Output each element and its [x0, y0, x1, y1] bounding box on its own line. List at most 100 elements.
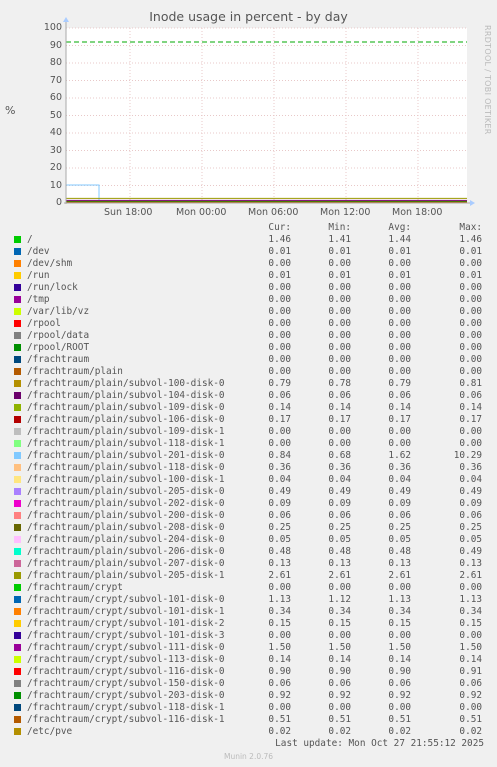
legend-value-avg: 0.14 [388, 402, 411, 413]
legend-value-min: 0.00 [328, 318, 351, 329]
legend-column-header: Cur: [268, 222, 291, 233]
legend-header: Cur: Min: Avg: Max: [0, 222, 497, 234]
legend-series-name: /frachtraum/crypt [27, 582, 123, 593]
legend-value-avg: 0.00 [388, 366, 411, 377]
legend-series-name: /etc/pve [27, 726, 73, 737]
legend-series-name: /frachtraum/crypt/subvol-116-disk-0 [27, 666, 225, 677]
legend-value-avg: 0.00 [388, 630, 411, 641]
legend-value-cur: 0.92 [268, 690, 291, 701]
legend-value-avg: 0.06 [388, 390, 411, 401]
legend-row: /frachtraum/plain/subvol-207-disk-0 0.13 0… [0, 558, 497, 570]
legend-value-max: 0.91 [459, 666, 482, 677]
legend-value-min: 0.92 [328, 690, 351, 701]
legend-swatch [14, 308, 21, 315]
legend-series-name: /frachtraum/crypt/subvol-118-disk-1 [27, 702, 225, 713]
legend-value-max: 0.49 [459, 546, 482, 557]
legend-value-min: 0.00 [328, 342, 351, 353]
legend-value-max: 0.49 [459, 486, 482, 497]
y-tick-label: 10 [49, 179, 62, 191]
legend-series-name: /frachtraum/crypt/subvol-203-disk-0 [27, 690, 225, 701]
legend-value-min: 0.13 [328, 558, 351, 569]
legend-value-max: 0.01 [459, 246, 482, 257]
legend-value-min: 1.50 [328, 642, 351, 653]
legend-series-name: /run/lock [27, 282, 78, 293]
legend-swatch [14, 320, 21, 327]
legend-value-min: 2.61 [328, 570, 351, 581]
legend-value-min: 0.09 [328, 498, 351, 509]
legend-swatch [14, 608, 21, 615]
legend-row: /frachtraum/crypt/subvol-101-disk-0 1.13 1… [0, 594, 497, 606]
legend-value-cur: 1.46 [268, 234, 291, 245]
legend-series-name: /frachtraum/crypt/subvol-150-disk-0 [27, 678, 225, 689]
legend-swatch [14, 716, 21, 723]
legend-value-cur: 0.06 [268, 390, 291, 401]
legend-row: /etc/pve 0.02 0.02 0.02 0.02 [0, 726, 497, 738]
legend-value-min: 0.02 [328, 726, 351, 737]
legend-row: /frachtraum/plain/subvol-109-disk-1 0.00 0… [0, 426, 497, 438]
legend-value-max: 0.00 [459, 426, 482, 437]
legend-value-cur: 0.00 [268, 438, 291, 449]
legend-value-cur: 0.00 [268, 426, 291, 437]
legend-value-avg: 0.01 [388, 246, 411, 257]
legend-row: /rpool/ROOT 0.00 0.00 0.00 0.00 [0, 342, 497, 354]
legend-series-name: /frachtraum/crypt/subvol-101-disk-2 [27, 618, 225, 629]
legend-value-max: 1.13 [459, 594, 482, 605]
legend-swatch [14, 284, 21, 291]
legend-value-max: 0.36 [459, 462, 482, 473]
legend-value-max: 2.61 [459, 570, 482, 581]
legend-swatch [14, 416, 21, 423]
legend-value-avg: 2.61 [388, 570, 411, 581]
legend-series-name: /frachtraum/crypt/subvol-113-disk-0 [27, 654, 225, 665]
legend-row: /frachtraum 0.00 0.00 0.00 0.00 [0, 354, 497, 366]
legend-swatch [14, 728, 21, 735]
legend-row: /frachtraum/plain/subvol-118-disk-1 0.00 0… [0, 438, 497, 450]
legend-value-max: 0.13 [459, 558, 482, 569]
legend-swatch [14, 680, 21, 687]
legend-swatch [14, 692, 21, 699]
legend-value-max: 0.00 [459, 258, 482, 269]
legend-value-avg: 0.15 [388, 618, 411, 629]
legend-value-avg: 0.90 [388, 666, 411, 677]
legend-row: /frachtraum/crypt/subvol-116-disk-0 0.90 0… [0, 666, 497, 678]
legend-series-name: /frachtraum/plain/subvol-118-disk-0 [27, 462, 225, 473]
legend-series-name: /frachtraum/plain/subvol-104-disk-0 [27, 390, 225, 401]
legend-value-min: 0.48 [328, 546, 351, 557]
legend-value-min: 0.04 [328, 474, 351, 485]
legend-swatch [14, 668, 21, 675]
legend-value-cur: 0.01 [268, 246, 291, 257]
legend-series-name: /frachtraum/plain/subvol-100-disk-1 [27, 474, 225, 485]
legend-row: /frachtraum/crypt/subvol-101-disk-2 0.15 0… [0, 618, 497, 630]
legend-value-max: 0.06 [459, 678, 482, 689]
legend-value-avg: 0.00 [388, 306, 411, 317]
legend-series-name: /frachtraum/crypt/subvol-101-disk-1 [27, 606, 225, 617]
legend-value-avg: 0.04 [388, 474, 411, 485]
legend-value-avg: 0.92 [388, 690, 411, 701]
y-tick-label: 0 [55, 197, 62, 208]
legend-value-max: 0.04 [459, 474, 482, 485]
legend-value-cur: 0.90 [268, 666, 291, 677]
legend-value-cur: 0.25 [268, 522, 291, 533]
legend-row: /frachtraum/plain/subvol-205-disk-1 2.61 2… [0, 570, 497, 582]
legend-value-avg: 0.00 [388, 426, 411, 437]
legend-value-cur: 0.00 [268, 306, 291, 317]
legend-value-min: 1.41 [328, 234, 351, 245]
legend-value-max: 0.00 [459, 306, 482, 317]
legend-row: /frachtraum/crypt/subvol-113-disk-0 0.14 0… [0, 654, 497, 666]
x-tick-label: Mon 00:00 [176, 207, 227, 218]
legend-value-min: 0.00 [328, 354, 351, 365]
legend-value-cur: 0.06 [268, 510, 291, 521]
legend-value-avg: 0.49 [388, 486, 411, 497]
legend-value-max: 0.14 [459, 402, 482, 413]
legend-swatch [14, 272, 21, 279]
y-tick-label: 100 [43, 22, 62, 33]
legend-swatch [14, 704, 21, 711]
legend-value-avg: 0.25 [388, 522, 411, 533]
legend-value-cur: 0.51 [268, 714, 291, 725]
legend-value-cur: 0.00 [268, 582, 291, 593]
legend-value-max: 0.06 [459, 510, 482, 521]
x-tick-label: Mon 06:00 [248, 207, 299, 218]
legend-swatch [14, 596, 21, 603]
legend-value-avg: 0.06 [388, 678, 411, 689]
legend-row: /frachtraum/crypt/subvol-101-disk-1 0.34 0… [0, 606, 497, 618]
legend-swatch [14, 572, 21, 579]
